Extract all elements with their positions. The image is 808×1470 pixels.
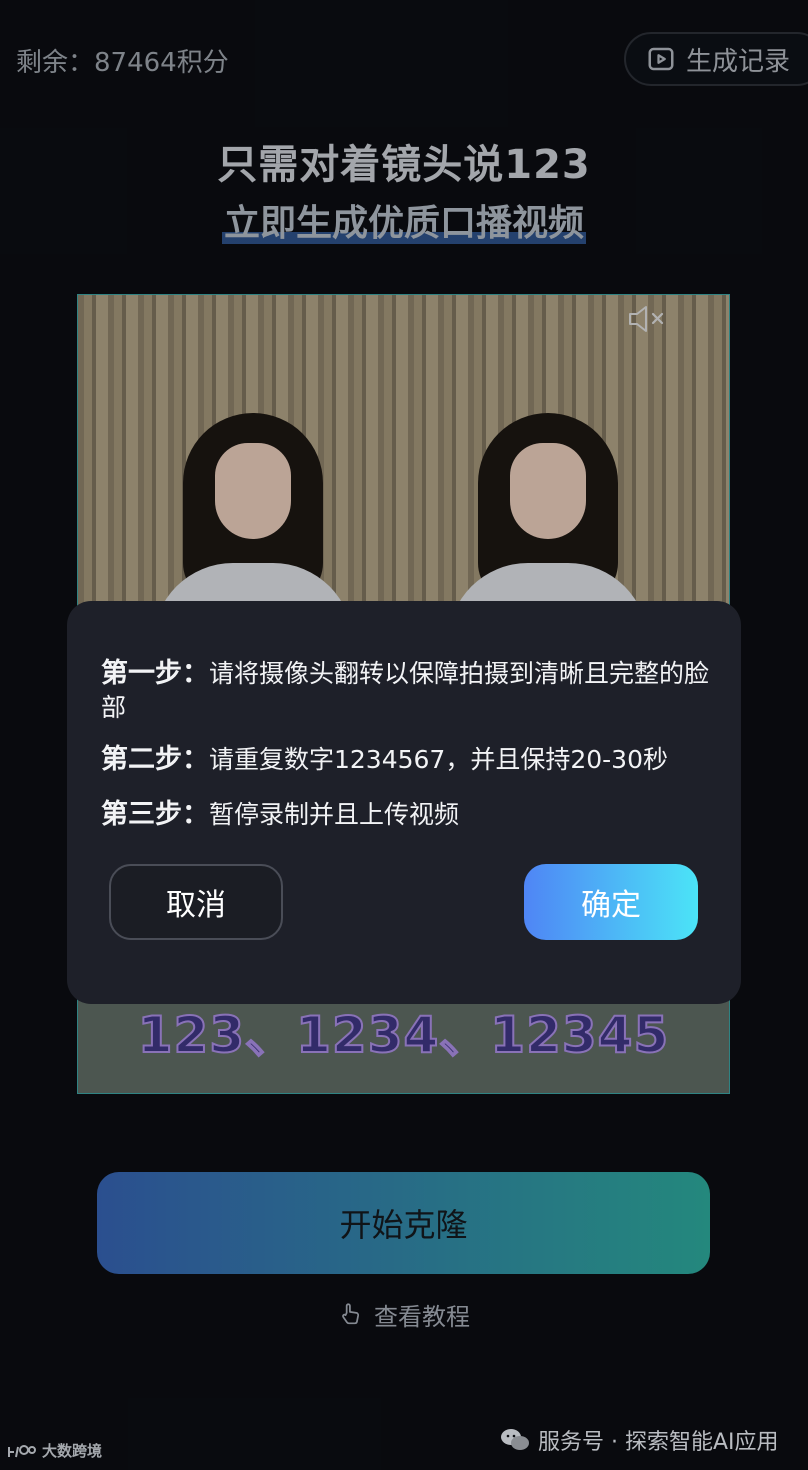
start-clone-button[interactable]: 开始克隆 — [97, 1172, 710, 1274]
instructions-dialog: 第一步：请将摄像头翻转以保障拍摄到清晰且完整的脸部 第二步：请重复数字12345… — [67, 601, 741, 1004]
confirm-button[interactable]: 确定 — [524, 864, 698, 940]
wechat-icon — [501, 1429, 529, 1450]
brand-logo-icon — [8, 1444, 36, 1457]
tutorial-label: 查看教程 — [374, 1302, 470, 1331]
watermark-right: 服务号 · 探索智能AI应用 — [500, 1424, 779, 1456]
watermark-right-text: 服务号 · 探索智能AI应用 — [538, 1430, 779, 1455]
step-two-title: 第二步： — [101, 744, 209, 775]
step-three-title: 第三步： — [101, 799, 209, 830]
watermark-left-text: 大数跨境 — [42, 1442, 103, 1460]
step-three: 第三步：暂停录制并且上传视频 — [101, 798, 721, 832]
step-three-text: 暂停录制并且上传视频 — [209, 800, 460, 829]
step-two-text: 请重复数字1234567，并且保持20-30秒 — [209, 745, 668, 774]
step-one: 第一步：请将摄像头翻转以保障拍摄到清晰且完整的脸部 — [101, 657, 721, 725]
tutorial-link[interactable]: 查看教程 — [0, 1296, 808, 1332]
watermark-left: 大数跨境 — [6, 1440, 102, 1461]
pointing-hand-icon — [342, 1303, 360, 1325]
step-one-title: 第一步： — [101, 658, 209, 689]
cancel-button[interactable]: 取消 — [109, 864, 283, 940]
step-two: 第二步：请重复数字1234567，并且保持20-30秒 — [101, 743, 721, 777]
